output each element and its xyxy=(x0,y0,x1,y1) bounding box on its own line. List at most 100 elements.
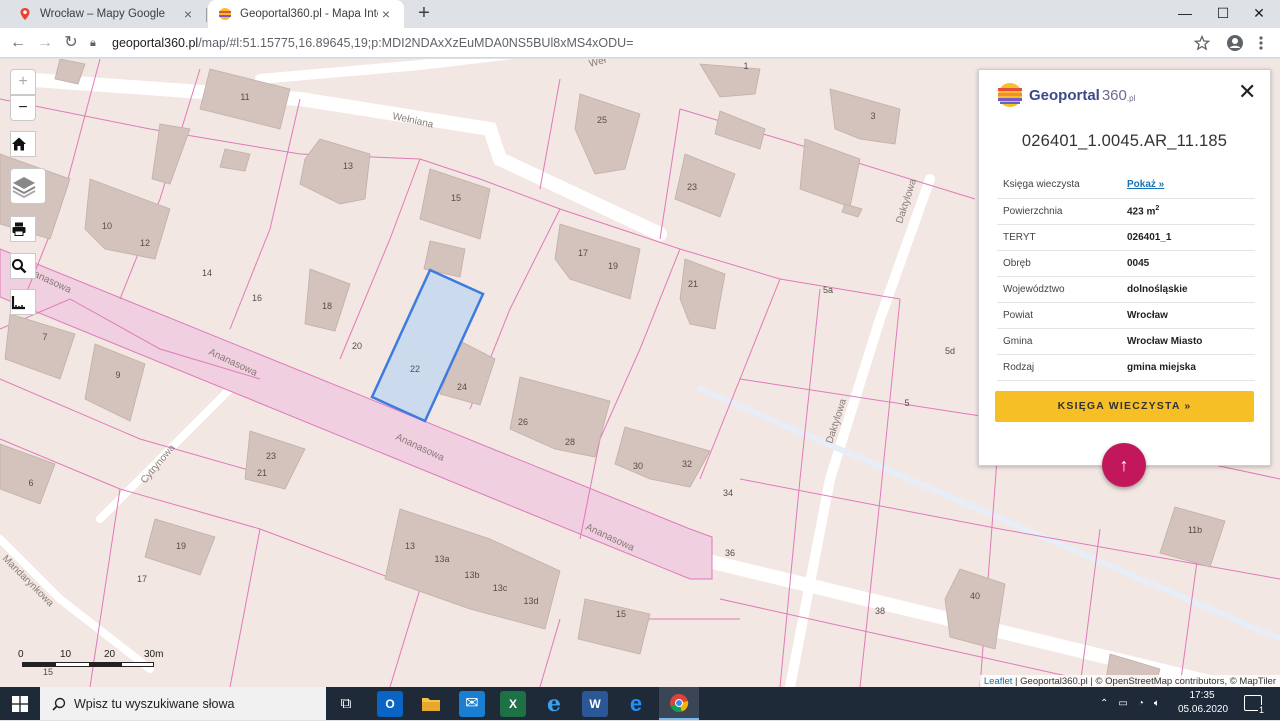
house-number: 40 xyxy=(970,591,980,601)
start-button[interactable] xyxy=(0,687,40,720)
url-host: geoportal360.pl xyxy=(112,36,199,50)
table-row: Rodzaj gmina miejska xyxy=(997,354,1255,381)
search-icon xyxy=(12,259,27,274)
task-view-icon[interactable]: ⧉ xyxy=(333,691,359,717)
notification-count: 1 xyxy=(1257,705,1265,715)
close-tab-icon[interactable]: × xyxy=(180,6,196,22)
house-number: 13a xyxy=(434,554,449,564)
close-panel-button[interactable]: ✕ xyxy=(1238,81,1256,103)
reload-button[interactable]: ↻ xyxy=(61,33,81,53)
geoportal-favicon-icon xyxy=(219,8,231,20)
tab-geoportal[interactable]: Geoportal360.pl - Mapa Interakty × xyxy=(208,0,404,28)
lock-icon: 🔒︎ xyxy=(90,36,96,49)
tab-title: Wrocław – Mapy Google xyxy=(40,8,166,20)
house-number: 13d xyxy=(523,596,538,606)
house-number: 20 xyxy=(352,341,362,351)
system-tray: ⌃ ▭ ◔ 🔈︎ xyxy=(1100,687,1160,720)
new-tab-button[interactable]: + xyxy=(414,3,434,24)
excel-icon[interactable]: X xyxy=(500,691,526,717)
house-number: 26 xyxy=(518,417,528,427)
street-label-welniana-top: Weł xyxy=(588,59,608,70)
word-icon[interactable]: W xyxy=(582,691,608,717)
land-register-button[interactable]: KSIĘGA WIECZYSTA » xyxy=(995,391,1254,422)
row-label: Gmina xyxy=(997,328,1127,355)
search-placeholder: Wpisz tu wyszukiwane słowa xyxy=(74,696,235,711)
house-number: 22 xyxy=(410,364,420,374)
account-icon[interactable] xyxy=(1226,34,1244,52)
print-icon xyxy=(12,222,26,236)
house-number: 38 xyxy=(875,606,885,616)
show-land-register-link[interactable]: Pokaż » xyxy=(1127,179,1164,190)
scale-bar-graphic xyxy=(22,662,154,667)
house-number: 16 xyxy=(252,293,262,303)
mail-icon[interactable]: ✉ xyxy=(459,691,485,717)
internet-explorer-icon[interactable]: e xyxy=(541,691,567,717)
table-row: Księga wieczysta Pokaż » xyxy=(997,172,1255,199)
house-number: 17 xyxy=(578,248,588,258)
row-value: Pokaż » xyxy=(1127,172,1255,199)
table-row: Powierzchnia 423 m2 xyxy=(997,198,1255,225)
house-number: 23 xyxy=(266,451,276,461)
scale-label: 20 xyxy=(104,649,116,660)
row-value: 026401_1 xyxy=(1127,224,1255,251)
outlook-icon[interactable]: O xyxy=(377,691,403,717)
house-number: 15 xyxy=(616,609,626,619)
parcel-details-table: Księga wieczysta Pokaż » Powierzchnia 42… xyxy=(997,172,1255,381)
forward-button[interactable]: → xyxy=(35,33,55,53)
file-explorer-icon[interactable] xyxy=(418,691,444,717)
house-number: 13b xyxy=(464,570,479,580)
house-number: 19 xyxy=(176,541,186,551)
network-icon[interactable]: ◔ xyxy=(1138,698,1144,709)
row-value: 0045 xyxy=(1127,250,1255,277)
row-label: Rodzaj xyxy=(997,354,1127,381)
chevron-up-icon[interactable]: ⌃ xyxy=(1100,698,1108,709)
row-value: Wrocław Miasto xyxy=(1127,328,1255,355)
house-number: 34 xyxy=(723,488,733,498)
notifications-icon[interactable]: 1 xyxy=(1244,695,1265,715)
house-number: 5 xyxy=(904,398,909,408)
house-number: 17 xyxy=(137,574,147,584)
clock[interactable]: 17:35 05.06.2020 xyxy=(1178,689,1228,717)
house-number: 11b xyxy=(1188,525,1202,535)
zoom-in-button[interactable]: + xyxy=(10,69,36,95)
star-icon[interactable] xyxy=(1194,35,1210,51)
back-button[interactable]: ← xyxy=(8,33,28,53)
street-label-cytrynowa: Cytrynowa xyxy=(139,442,178,486)
scroll-up-button[interactable]: ↑ xyxy=(1102,443,1146,487)
parcel-info-panel: Geoportal 360 .pl ✕ 026401_1.0045.AR_11.… xyxy=(978,69,1271,466)
taskbar-search-input[interactable]: Wpisz tu wyszukiwane słowa xyxy=(40,687,326,720)
leaflet-link[interactable]: Leaflet xyxy=(984,676,1013,687)
house-number: 32 xyxy=(682,459,692,469)
tab-title: Geoportal360.pl - Mapa Interakty xyxy=(240,8,378,20)
chrome-active-slot[interactable] xyxy=(659,687,699,720)
zoom-out-button[interactable]: − xyxy=(10,95,36,121)
house-number: 7 xyxy=(42,332,47,342)
geoportal-logo-icon xyxy=(998,83,1022,107)
volume-icon[interactable]: 🔈︎ xyxy=(1154,698,1160,709)
layers-button[interactable] xyxy=(10,168,46,204)
house-number: 11 xyxy=(240,92,249,102)
map-attribution: Leaflet | Geoportal360.pl | © OpenStreet… xyxy=(979,675,1280,687)
url-path: /map/#l:51.15775,16.89645,19;p:MDI2NDAxX… xyxy=(198,36,634,50)
house-number: 21 xyxy=(257,468,267,478)
area-unit-exponent: 2 xyxy=(1155,204,1160,212)
house-number: 36 xyxy=(725,548,735,558)
battery-icon[interactable]: ▭ xyxy=(1118,698,1127,709)
house-number: 10 xyxy=(102,221,112,231)
map-search-button[interactable] xyxy=(10,253,36,279)
close-tab-icon[interactable]: × xyxy=(378,6,394,22)
close-window-button[interactable]: ✕ xyxy=(1236,0,1280,28)
print-button[interactable] xyxy=(10,216,36,242)
edge-icon[interactable]: e xyxy=(623,691,649,717)
row-value: dolnośląskie xyxy=(1127,276,1255,303)
menu-icon[interactable] xyxy=(1258,35,1264,51)
measure-button[interactable] xyxy=(10,289,36,315)
browser-tab-bar: Wrocław – Mapy Google × Geoportal360.pl … xyxy=(0,0,1280,28)
row-label: Województwo xyxy=(997,276,1127,303)
row-value: Wrocław xyxy=(1127,302,1255,329)
house-number: 5a xyxy=(823,285,833,295)
url-input[interactable]: 🔒︎ geoportal360.pl/map/#l:51.15775,16.89… xyxy=(90,31,1220,55)
home-button[interactable] xyxy=(10,131,36,157)
tab-google-maps[interactable]: Wrocław – Mapy Google × xyxy=(8,0,206,28)
table-row: Obręb 0045 xyxy=(997,250,1255,277)
